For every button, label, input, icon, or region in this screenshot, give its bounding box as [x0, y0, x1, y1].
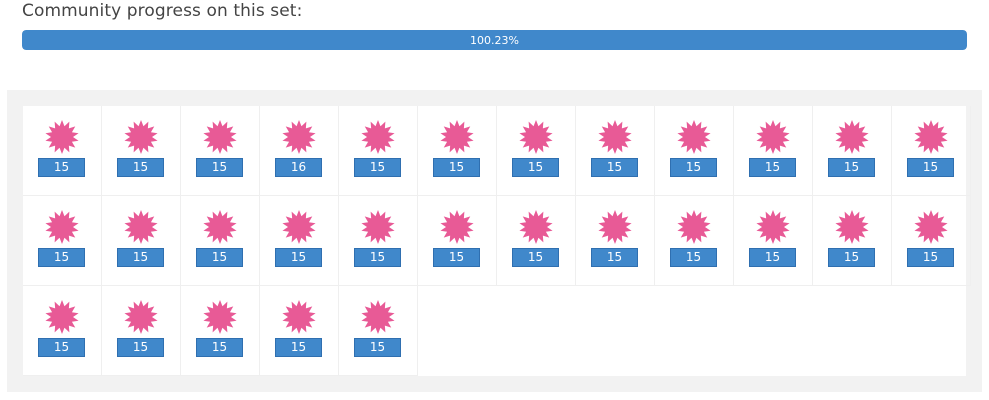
collection-item[interactable]: 15 [734, 196, 813, 286]
item-count-badge: 15 [196, 248, 243, 267]
pink-starburst-icon [677, 210, 711, 244]
collection-item[interactable]: 15 [813, 106, 892, 196]
item-count-badge: 15 [354, 248, 401, 267]
pink-starburst-icon [361, 300, 395, 334]
collection-item[interactable]: 15 [339, 196, 418, 286]
item-count-badge: 15 [433, 158, 480, 177]
item-count-badge: 15 [275, 248, 322, 267]
item-count-badge: 15 [196, 338, 243, 357]
collection-item[interactable]: 15 [576, 196, 655, 286]
item-count-badge: 15 [433, 248, 480, 267]
page-title: Community progress on this set: [22, 1, 303, 21]
item-count-badge: 15 [117, 158, 164, 177]
collection-item[interactable]: 15 [418, 196, 497, 286]
collection-item[interactable]: 15 [892, 106, 971, 196]
pink-starburst-icon [677, 120, 711, 154]
collection-item[interactable]: 15 [181, 196, 260, 286]
item-count-badge: 15 [670, 248, 717, 267]
item-count-badge: 15 [354, 338, 401, 357]
item-count-badge: 15 [117, 338, 164, 357]
pink-starburst-icon [598, 210, 632, 244]
collection-item[interactable]: 15 [734, 106, 813, 196]
pink-starburst-icon [835, 210, 869, 244]
collection-item[interactable]: 15 [418, 106, 497, 196]
item-count-badge: 15 [670, 158, 717, 177]
item-count-badge: 15 [828, 158, 875, 177]
pink-starburst-icon [282, 300, 316, 334]
collection-grid: 15 15 15 16 15 15 15 15 15 15 15 15 15 15 15 15 15 15 15 15… [23, 106, 971, 376]
pink-starburst-icon [45, 300, 79, 334]
collection-item[interactable]: 15 [497, 106, 576, 196]
community-progress-bar: 100.23% [22, 30, 967, 50]
pink-starburst-icon [361, 120, 395, 154]
pink-starburst-icon [45, 210, 79, 244]
pink-starburst-icon [914, 210, 948, 244]
collection-item[interactable]: 15 [23, 106, 102, 196]
item-count-badge: 15 [591, 248, 638, 267]
item-count-badge: 15 [354, 158, 401, 177]
progress-percent-label: 100.23% [470, 33, 519, 47]
item-count-badge: 15 [512, 158, 559, 177]
progress-fill: 100.23% [22, 30, 967, 50]
pink-starburst-icon [203, 300, 237, 334]
collection-item[interactable]: 15 [497, 196, 576, 286]
pink-starburst-icon [756, 210, 790, 244]
collection-item[interactable]: 15 [576, 106, 655, 196]
item-count-badge: 15 [907, 248, 954, 267]
item-count-badge: 15 [275, 338, 322, 357]
pink-starburst-icon [203, 120, 237, 154]
item-count-badge: 16 [275, 158, 322, 177]
pink-starburst-icon [203, 210, 237, 244]
collection-item[interactable]: 15 [181, 286, 260, 376]
pink-starburst-icon [756, 120, 790, 154]
pink-starburst-icon [282, 120, 316, 154]
pink-starburst-icon [519, 210, 553, 244]
collection-item[interactable]: 15 [102, 286, 181, 376]
pink-starburst-icon [124, 210, 158, 244]
pink-starburst-icon [282, 210, 316, 244]
pink-starburst-icon [598, 120, 632, 154]
pink-starburst-icon [519, 120, 553, 154]
item-count-badge: 15 [749, 248, 796, 267]
pink-starburst-icon [124, 120, 158, 154]
item-count-badge: 15 [749, 158, 796, 177]
item-count-badge: 15 [591, 158, 638, 177]
item-count-badge: 15 [828, 248, 875, 267]
pink-starburst-icon [914, 120, 948, 154]
item-count-badge: 15 [907, 158, 954, 177]
collection-item[interactable]: 15 [102, 196, 181, 286]
collection-item[interactable]: 15 [655, 196, 734, 286]
pink-starburst-icon [361, 210, 395, 244]
collection-item[interactable]: 15 [181, 106, 260, 196]
collection-item[interactable]: 15 [23, 196, 102, 286]
collection-item[interactable]: 15 [339, 106, 418, 196]
item-count-badge: 15 [38, 158, 85, 177]
collection-item[interactable]: 15 [892, 196, 971, 286]
pink-starburst-icon [440, 120, 474, 154]
item-count-badge: 15 [38, 338, 85, 357]
pink-starburst-icon [835, 120, 869, 154]
collection-item[interactable]: 15 [655, 106, 734, 196]
pink-starburst-icon [124, 300, 158, 334]
pink-starburst-icon [440, 210, 474, 244]
item-count-badge: 15 [196, 158, 243, 177]
collection-item[interactable]: 15 [260, 286, 339, 376]
collection-item[interactable]: 15 [23, 286, 102, 376]
item-count-badge: 15 [117, 248, 164, 267]
item-count-badge: 15 [512, 248, 559, 267]
collection-item[interactable]: 15 [813, 196, 892, 286]
pink-starburst-icon [45, 120, 79, 154]
collection-item[interactable]: 15 [260, 196, 339, 286]
collection-item[interactable]: 16 [260, 106, 339, 196]
item-count-badge: 15 [38, 248, 85, 267]
collection-item[interactable]: 15 [339, 286, 418, 376]
collection-item[interactable]: 15 [102, 106, 181, 196]
